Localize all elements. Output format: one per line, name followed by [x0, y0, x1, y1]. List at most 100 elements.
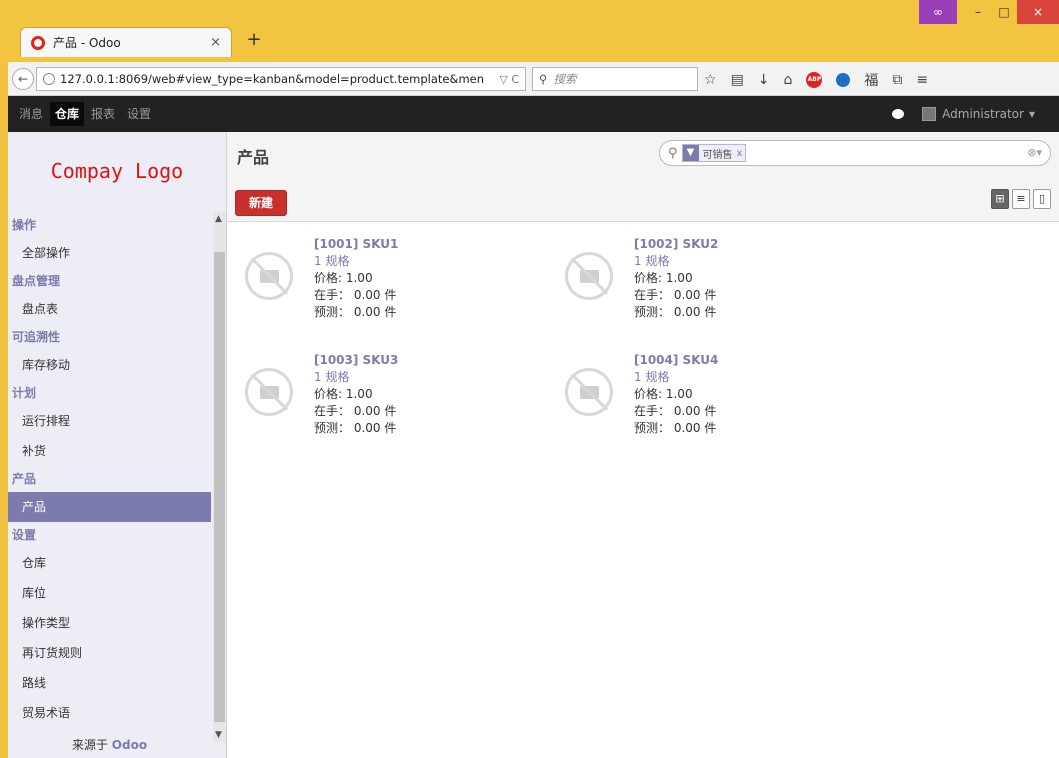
product-name[interactable]: [1004] SKU4 [634, 352, 718, 369]
sidebar-scrollbar[interactable]: ▲ ▼ [213, 212, 226, 742]
topmenu-messages[interactable]: 消息 [14, 102, 48, 126]
filter-icon: ▼ [682, 145, 699, 161]
product-price: 价格: 1.00 [314, 271, 373, 285]
sidebar-item-run-scheduler[interactable]: 运行排程 [8, 406, 211, 436]
download-icon[interactable]: ↓ [758, 72, 770, 88]
list-view-icon[interactable]: ≡ [1012, 189, 1030, 209]
private-mask-icon: ∞ [919, 0, 957, 24]
product-onhand: 在手： 0.00 件 [314, 288, 397, 302]
odoo-favicon-icon [31, 35, 45, 50]
reload-icon[interactable]: ▽ C [499, 73, 519, 86]
fu-icon[interactable]: 福 [864, 70, 878, 90]
user-menu[interactable]: Administrator [942, 107, 1024, 121]
no-image-icon [245, 368, 293, 416]
browser-tab[interactable]: 产品 - Odoo × [20, 27, 232, 57]
product-onhand: 在手： 0.00 件 [634, 404, 717, 418]
chat-icon[interactable] [892, 109, 905, 119]
view-switcher: ⊞ ≡ ▯ [991, 189, 1051, 209]
star-icon[interactable]: ☆ [704, 72, 717, 88]
section-config: 设置 [12, 528, 37, 542]
sidebar-item-all-operations[interactable]: 全部操作 [8, 238, 211, 268]
topmenu-reports[interactable]: 报表 [86, 102, 120, 126]
sidebar-item-locations[interactable]: 库位 [8, 578, 211, 608]
toolbar-icons: ☆ ▤ ↓ ⌂ ABP 福 ⧉ ≡ [704, 70, 928, 90]
section-inventory: 盘点管理 [12, 274, 61, 288]
product-onhand: 在手： 0.00 件 [634, 288, 717, 302]
no-image-icon [565, 252, 613, 300]
new-tab-button[interactable]: + [244, 29, 264, 53]
product-variants[interactable]: 1 规格 [314, 369, 398, 386]
page-title: 产品 [237, 148, 270, 167]
main-content: 产品 ⚲ ▼ 可销售 x ⊗▾ 新建 ⊞ ≡ ▯ [1001] SKU1 1 规… [227, 132, 1059, 758]
topmenu-warehouse[interactable]: 仓库 [50, 102, 85, 126]
product-name[interactable]: [1001] SKU1 [314, 236, 398, 253]
no-image-icon [565, 368, 613, 416]
product-variants[interactable]: 1 规格 [314, 253, 398, 270]
control-panel: 产品 ⚲ ▼ 可销售 x ⊗▾ 新建 ⊞ ≡ ▯ [227, 132, 1059, 222]
company-logo[interactable]: Compay Logo [8, 132, 226, 210]
product-forecast: 预测： 0.00 件 [314, 305, 397, 319]
url-text: 127.0.0.1:8069/web#view_type=kanban&mode… [60, 72, 485, 86]
search-options-icon[interactable]: ⊗▾ [1027, 146, 1042, 159]
user-area: Administrator ▾ [892, 96, 1035, 132]
product-price: 价格: 1.00 [314, 387, 373, 401]
crop-icon[interactable]: ⧉ [892, 72, 902, 88]
filter-facet: ▼ 可销售 x [681, 144, 747, 162]
section-traceability: 可追溯性 [12, 330, 61, 344]
abp-icon[interactable]: ABP [806, 72, 823, 88]
back-button[interactable]: ← [12, 68, 34, 90]
avatar [922, 107, 937, 121]
browser-search-input[interactable]: ⚲ 搜索 [532, 67, 698, 91]
menu-icon[interactable]: ≡ [916, 72, 928, 88]
sidebar-item-operation-types[interactable]: 操作类型 [8, 608, 211, 638]
minimize-button[interactable]: – [965, 0, 991, 24]
facet-remove-icon[interactable]: x [737, 148, 746, 159]
search-icon: ⚲ [539, 72, 548, 86]
caret-down-icon[interactable]: ▾ [1029, 107, 1035, 121]
scroll-down-icon[interactable]: ▼ [215, 730, 222, 740]
globe-icon [43, 73, 55, 85]
product-card[interactable]: [1002] SKU2 1 规格 价格: 1.00 在手： 0.00 件 预测：… [557, 236, 857, 332]
section-planning: 计划 [12, 386, 37, 400]
odoo-link[interactable]: Odoo [112, 738, 147, 752]
home-icon[interactable]: ⌂ [784, 72, 793, 88]
facet-label: 可销售 [702, 149, 733, 161]
search-input[interactable]: ⚲ ▼ 可销售 x ⊗▾ [659, 140, 1051, 166]
product-name[interactable]: [1002] SKU2 [634, 236, 718, 253]
product-price: 价格: 1.00 [634, 387, 693, 401]
sidebar-item-routes[interactable]: 路线 [8, 668, 211, 698]
form-view-icon[interactable]: ▯ [1033, 189, 1051, 209]
product-card[interactable]: [1001] SKU1 1 规格 价格: 1.00 在手： 0.00 件 预测：… [237, 236, 537, 332]
product-variants[interactable]: 1 规格 [634, 369, 718, 386]
product-card[interactable]: [1003] SKU3 1 规格 价格: 1.00 在手： 0.00 件 预测：… [237, 352, 537, 448]
maximize-button[interactable]: □ [991, 0, 1017, 24]
blue-dot-icon[interactable] [836, 73, 851, 87]
sidebar-item-products[interactable]: 产品 [8, 492, 211, 522]
sidebar-item-replenish[interactable]: 补货 [8, 436, 211, 466]
sidebar-item-stock-moves[interactable]: 库存移动 [8, 350, 211, 380]
section-operations: 操作 [12, 218, 37, 232]
section-products: 产品 [12, 472, 37, 486]
reader-icon[interactable]: ▤ [731, 72, 744, 88]
sidebar-item-incoterms[interactable]: 贸易术语 [8, 698, 211, 728]
tab-close-icon[interactable]: × [210, 35, 221, 50]
product-card[interactable]: [1004] SKU4 1 规格 价格: 1.00 在手： 0.00 件 预测：… [557, 352, 857, 448]
sidebar-item-reorder-rules[interactable]: 再订货规则 [8, 638, 211, 668]
create-button[interactable]: 新建 [235, 190, 287, 216]
kanban-view-icon[interactable]: ⊞ [991, 189, 1009, 209]
url-bar[interactable]: 127.0.0.1:8069/web#view_type=kanban&mode… [36, 67, 526, 91]
product-name[interactable]: [1003] SKU3 [314, 352, 398, 369]
scrollbar-thumb[interactable] [214, 252, 225, 722]
sidebar-item-inventory-sheet[interactable]: 盘点表 [8, 294, 211, 324]
sidebar: Compay Logo 操作 全部操作 盘点管理 盘点表 可追溯性 库存移动 计… [8, 132, 227, 758]
search-icon: ⚲ [668, 145, 678, 161]
topmenu-settings[interactable]: 设置 [122, 102, 156, 126]
product-forecast: 预测： 0.00 件 [634, 421, 717, 435]
product-forecast: 预测： 0.00 件 [314, 421, 397, 435]
product-onhand: 在手： 0.00 件 [314, 404, 397, 418]
close-window-button[interactable]: × [1017, 0, 1059, 24]
product-variants[interactable]: 1 规格 [634, 253, 718, 270]
scroll-up-icon[interactable]: ▲ [215, 214, 222, 224]
sidebar-menu: 操作 全部操作 盘点管理 盘点表 可追溯性 库存移动 计划 运行排程 补货 产品… [8, 212, 211, 728]
sidebar-item-warehouses[interactable]: 仓库 [8, 548, 211, 578]
